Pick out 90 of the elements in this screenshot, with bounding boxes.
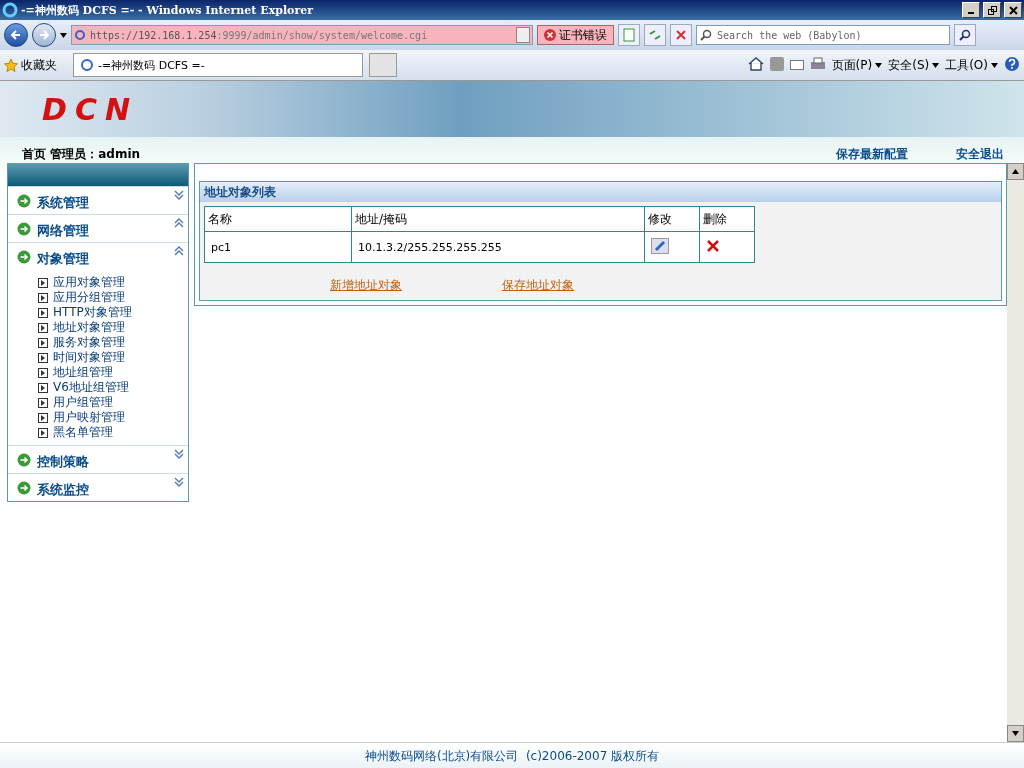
column-header: 修改 [644, 206, 700, 232]
edit-icon[interactable] [651, 237, 669, 254]
menu-command[interactable]: 工具(O) [945, 56, 998, 74]
search-icon [700, 29, 712, 41]
sidebar-section[interactable]: 控制策略 [8, 445, 188, 473]
sidebar-item[interactable]: HTTP对象管理 [38, 305, 188, 320]
arrow-box-icon [38, 322, 48, 333]
help-icon[interactable] [1004, 55, 1020, 72]
close-icon [1008, 5, 1018, 15]
arrow-box-icon [38, 292, 48, 303]
forward-arrow-icon [38, 29, 50, 41]
sidebar-item[interactable]: V6地址组管理 [38, 380, 188, 395]
caret-icon [60, 32, 67, 38]
collapse-chevron-icon[interactable] [174, 246, 184, 256]
search-icon [959, 29, 971, 41]
column-header: 删除 [699, 206, 755, 232]
stop-icon [675, 29, 687, 41]
arrow-box-icon [38, 352, 48, 363]
expand-chevron-icon[interactable] [174, 477, 184, 487]
sidebar-item[interactable]: 服务对象管理 [38, 335, 188, 350]
caret-icon [875, 62, 883, 68]
sidebar-section[interactable]: 对象管理 [8, 242, 188, 270]
expand-chevron-icon[interactable] [174, 449, 184, 459]
arrow-box-icon [38, 412, 48, 423]
sidebar-item[interactable]: 应用分组管理 [38, 290, 188, 305]
favorites-button[interactable]: 收藏夹 [4, 56, 57, 74]
sidebar-item[interactable]: 时间对象管理 [38, 350, 188, 365]
footer-text: 神州数码网络(北京)有限公司 (c)2006-2007 版权所有 [0, 742, 1024, 768]
forward-button[interactable] [32, 23, 56, 47]
caret-icon [932, 62, 940, 68]
home-icon[interactable] [747, 55, 764, 72]
arrow-circle-icon [17, 480, 31, 495]
arrow-box-icon [38, 337, 48, 348]
minimize-button[interactable] [962, 2, 980, 18]
caret-icon [1012, 731, 1019, 736]
collapse-chevron-icon[interactable] [174, 218, 184, 228]
arrow-box-icon [38, 427, 48, 438]
sidebar-item[interactable]: 地址组管理 [38, 365, 188, 380]
panel-title: 地址对象列表 [200, 182, 1001, 202]
home-label: 首页 管理员：admin [22, 146, 141, 163]
sidebar-item[interactable]: 地址对象管理 [38, 320, 188, 335]
arrow-box-icon [38, 367, 48, 378]
refresh-button[interactable] [644, 24, 666, 46]
logo: DCN [42, 91, 139, 127]
address-field[interactable]: https://192.168.1.254:9999/admin/show/system/welcome.cgi [71, 25, 533, 45]
stop-button[interactable] [670, 24, 692, 46]
column-header: 地址/掩码 [351, 206, 645, 232]
arrow-box-icon [38, 307, 48, 318]
back-arrow-icon [10, 29, 22, 41]
window-title: -=神州数码 DCFS =- - Windows Internet Explorer [21, 2, 315, 18]
header-link[interactable]: 保存最新配置 [836, 146, 908, 163]
caret-icon [991, 62, 998, 68]
menu-command[interactable]: 页面(P) [831, 56, 883, 74]
star-icon [4, 58, 18, 72]
arrow-circle-icon [17, 221, 31, 236]
expand-chevron-icon[interactable] [174, 190, 184, 200]
arrow-box-icon [38, 382, 48, 393]
compatibility-button[interactable] [618, 24, 640, 46]
search-field[interactable]: Search the web (Babylon) [696, 25, 950, 45]
scrollbar[interactable] [1007, 163, 1024, 742]
sidebar-item[interactable]: 黑名单管理 [38, 425, 188, 440]
sidebar-section[interactable]: 系统监控 [8, 473, 188, 501]
delete-icon[interactable] [706, 238, 720, 253]
arrow-box-icon [38, 277, 48, 288]
printer-icon[interactable] [809, 56, 826, 71]
sidebar-section[interactable]: 系统管理 [8, 186, 188, 214]
arrow-circle-icon [17, 249, 31, 264]
action-link[interactable]: 新增地址对象 [330, 277, 402, 294]
restore-button[interactable] [983, 2, 1001, 18]
close-button[interactable] [1004, 2, 1022, 18]
header-link[interactable]: 安全退出 [956, 146, 1004, 163]
menu-command[interactable]: 安全(S) [888, 56, 940, 74]
column-header: 名称 [204, 206, 352, 232]
sidebar-item[interactable]: 应用对象管理 [38, 275, 188, 290]
arrow-box-icon [38, 397, 48, 408]
table-cell: pc1 [204, 231, 352, 263]
sidebar-item[interactable]: 用户映射管理 [38, 410, 188, 425]
error-icon [544, 29, 556, 41]
table-cell: 10.1.3.2/255.255.255.255 [351, 231, 645, 263]
action-link[interactable]: 保存地址对象 [502, 277, 574, 294]
arrow-circle-icon [17, 452, 31, 467]
restore-icon [987, 5, 997, 15]
arrow-circle-icon [17, 193, 31, 208]
sidebar-section[interactable]: 网络管理 [8, 214, 188, 242]
browser-tab[interactable]: -=神州数码 DCFS =- [73, 53, 363, 77]
sidebar-item[interactable]: 用户组管理 [38, 395, 188, 410]
certificate-error-button[interactable]: 证书错误 [537, 25, 614, 45]
back-button[interactable] [4, 23, 28, 47]
search-button[interactable] [954, 24, 976, 46]
caret-icon [1012, 169, 1019, 174]
